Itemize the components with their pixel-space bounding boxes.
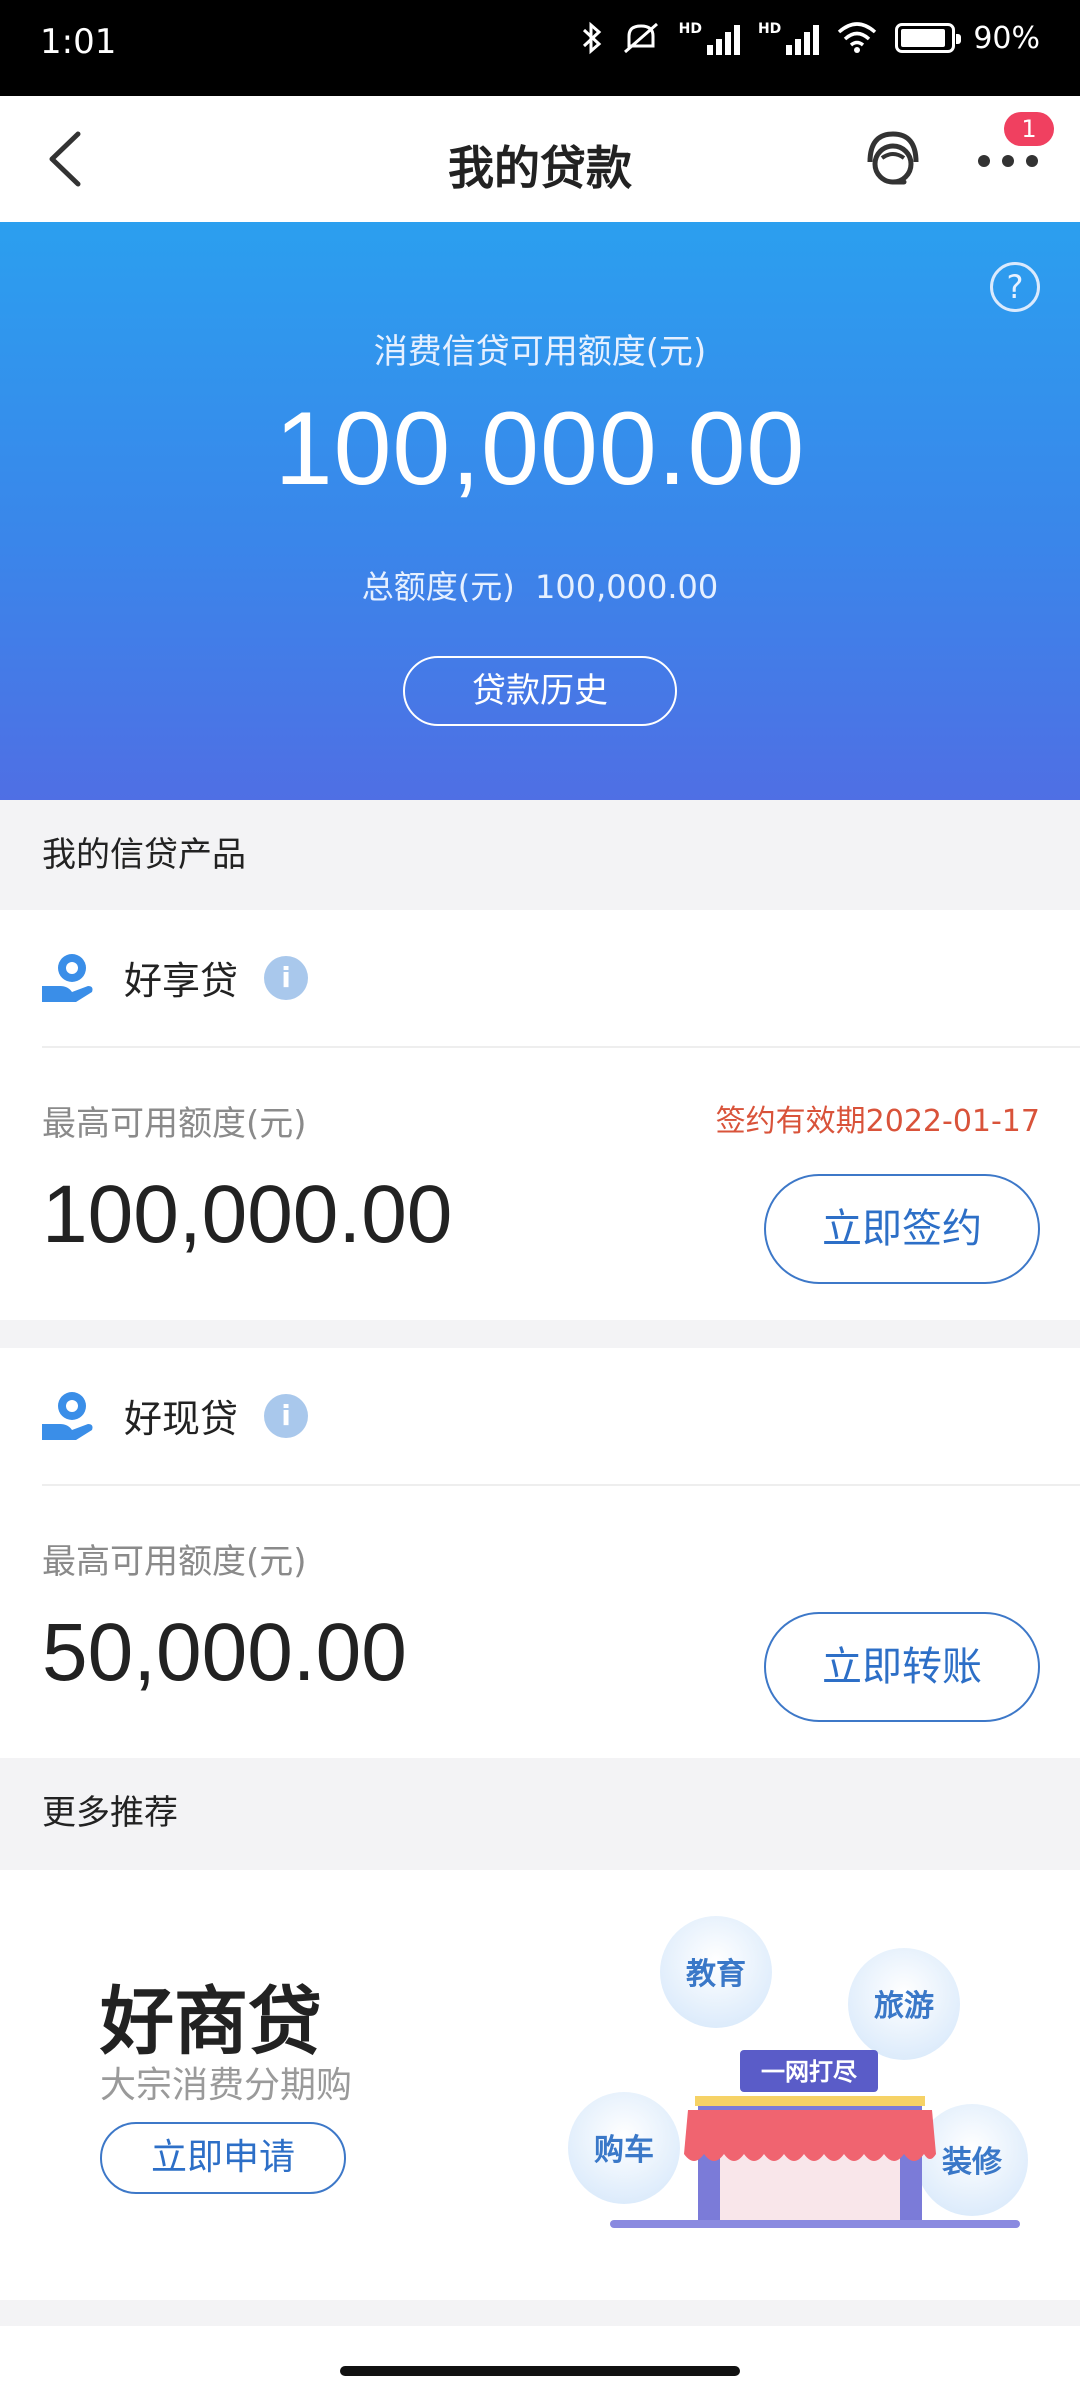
sign-expiry-text: 签约有效期2022-01-17 (715, 1104, 1040, 1139)
tag-travel: 旅游 (874, 1989, 934, 2024)
product-card-haoxiangdai: 好享贷 i 最高可用额度(元) 签约有效期2022-01-17 100,000.… (0, 910, 1080, 1320)
product-card-haoxiandai: 好现贷 i 最高可用额度(元) 50,000.00 立即转账 (0, 1348, 1080, 1758)
mute-icon (623, 22, 658, 54)
max-limit-label: 最高可用额度(元) (42, 1542, 307, 1582)
help-icon[interactable]: ? (990, 262, 1040, 312)
max-limit-value: 50,000.00 (42, 1607, 407, 1698)
apply-now-button[interactable]: 立即申请 (100, 2122, 346, 2194)
transfer-now-button[interactable]: 立即转账 (764, 1612, 1040, 1722)
hd-label-2: HD (757, 21, 782, 37)
total-limit-label: 总额度(元) (361, 568, 515, 606)
tag-education: 教育 (686, 1957, 746, 1992)
status-bar: 1:01 HD HD 90% (0, 0, 1080, 96)
wifi-icon (838, 22, 877, 53)
status-time: 1:01 (40, 22, 117, 62)
divider (42, 1046, 1080, 1048)
section-my-products: 我的信贷产品 (0, 800, 1080, 910)
total-limit-value: 100,000.00 (535, 568, 719, 606)
promo-title: 好商贷 (100, 1979, 322, 2065)
product-name: 好享贷 (124, 959, 239, 1003)
banner-sign-text: 一网打尽 (761, 2058, 858, 2086)
total-limit: 总额度(元) 100,000.00 (0, 562, 1080, 608)
tag-decoration: 装修 (942, 2145, 1003, 2180)
info-icon[interactable]: i (264, 956, 308, 1000)
bottom-area (0, 2326, 1080, 2400)
battery-icon (895, 23, 962, 53)
more-options-icon[interactable] (976, 146, 1040, 176)
notification-badge: 1 (1004, 112, 1054, 146)
product-name: 好现贷 (124, 1397, 239, 1441)
info-icon[interactable]: i (264, 1394, 308, 1438)
loan-hand-icon (42, 1392, 93, 1440)
loan-history-button[interactable]: 贷款历史 (403, 656, 677, 726)
available-limit-amount: 100,000.00 (274, 391, 806, 507)
battery-percent: 90% (973, 20, 1040, 56)
hd-label-1: HD (678, 21, 702, 37)
section-more-recommendations: 更多推荐 (0, 1758, 1080, 1868)
promo-subtitle: 大宗消费分期购 (100, 2065, 353, 2106)
max-limit-label: 最高可用额度(元) (42, 1104, 307, 1144)
bluetooth-icon (582, 21, 601, 55)
product-header[interactable]: 好现贷 i (0, 1348, 1080, 1484)
loan-hand-icon (42, 954, 93, 1002)
customer-service-icon[interactable] (858, 124, 928, 194)
signal-icon-1: HD (679, 21, 740, 55)
credit-summary-card: ? 消费信贷可用额度(元) 100,000.00 总额度(元) 100,000.… (0, 222, 1080, 800)
promo-banner[interactable]: 好商贷 大宗消费分期购 立即申请 教育 旅游 购车 装修 一网打尽 (0, 1870, 1080, 2300)
max-limit-value: 100,000.00 (42, 1169, 453, 1260)
home-indicator[interactable] (340, 2366, 740, 2376)
signal-icon-2: HD (757, 21, 820, 55)
divider (42, 1484, 1080, 1486)
sign-now-button[interactable]: 立即签约 (764, 1174, 1040, 1284)
nav-bar: 我的贷款 1 (0, 96, 1080, 222)
tag-car: 购车 (594, 2133, 654, 2168)
bottom-divider (0, 2300, 1080, 2326)
product-header[interactable]: 好享贷 i (0, 910, 1080, 1046)
shop-illustration: 教育 旅游 购车 装修 一网打尽 (568, 1916, 1028, 2228)
available-limit-label: 消费信贷可用额度(元) (373, 332, 707, 372)
status-icons: HD HD 90% (581, 20, 1040, 56)
